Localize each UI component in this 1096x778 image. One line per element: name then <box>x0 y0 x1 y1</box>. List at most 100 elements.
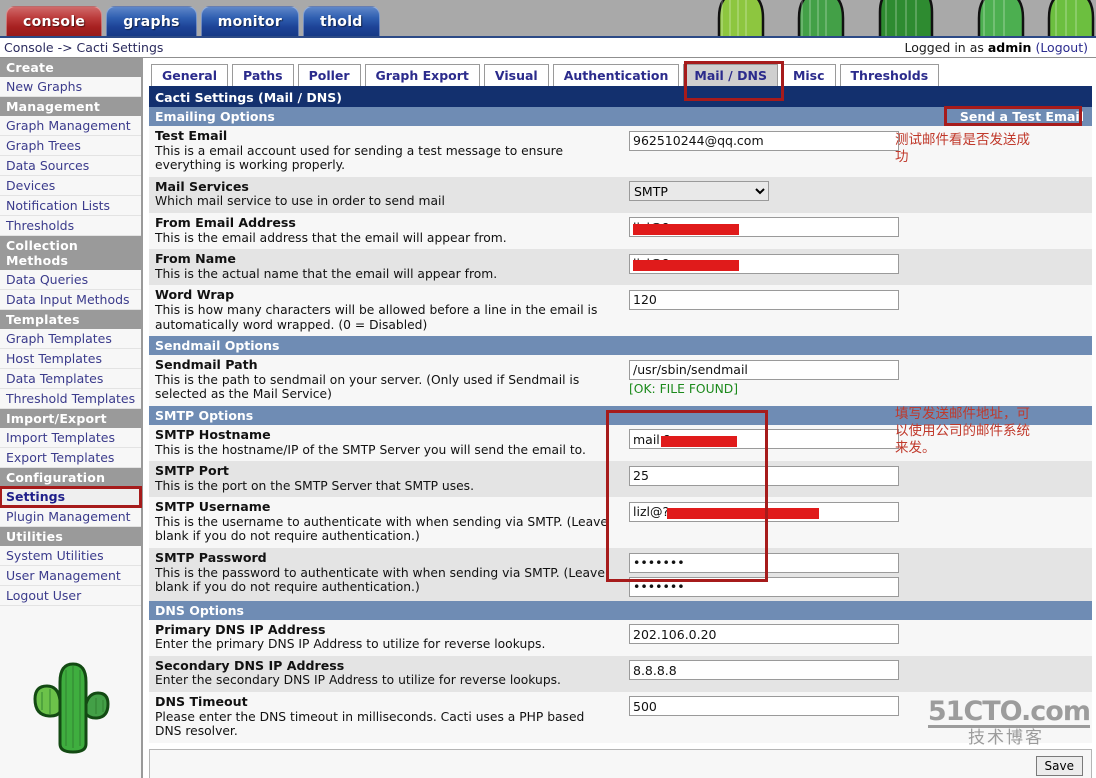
secondary-dns-input[interactable] <box>629 660 899 681</box>
sidebar-item-system-utilities[interactable]: System Utilities <box>0 546 141 566</box>
smtp-username-input[interactable] <box>629 501 899 522</box>
tab-graph-export[interactable]: Graph Export <box>364 64 480 86</box>
section-header-dns: DNS Options <box>149 600 1092 620</box>
sidebar-item-host-templates[interactable]: Host Templates <box>0 349 141 369</box>
field-label-primary-dns: Primary DNS IP Address <box>155 621 326 637</box>
smtp-password-confirm-input[interactable] <box>629 576 899 597</box>
tab-general[interactable]: General <box>151 64 228 86</box>
field-control-secondary-dns <box>619 656 1092 685</box>
cactus-banner-image <box>706 0 1096 36</box>
section-title-sendmail: Sendmail Options <box>155 338 280 354</box>
field-label-smtp-password: SMTP Password <box>155 550 267 566</box>
field-label-smtp-hostname: SMTP Hostname <box>155 426 271 442</box>
smtp-hostname-input[interactable] <box>629 429 899 450</box>
sidebar-item-graph-trees[interactable]: Graph Trees <box>0 136 141 156</box>
sidebar-item-data-queries[interactable]: Data Queries <box>0 270 141 290</box>
sidebar-item-data-input-methods[interactable]: Data Input Methods <box>0 290 141 310</box>
field-desc-smtp-password: SMTP Password This is the password to au… <box>149 548 619 599</box>
top-tab-monitor-label: monitor <box>217 13 283 30</box>
sidebar-heading-templates: Templates <box>0 310 141 329</box>
mail-services-select[interactable]: SMTP <box>629 181 769 202</box>
field-help-test-email: This is a email account used for sending… <box>155 143 564 173</box>
login-username: admin <box>987 40 1032 55</box>
field-row-sendmail-path: Sendmail Path This is the path to sendma… <box>149 355 1092 406</box>
field-help-word-wrap: This is how many characters will be allo… <box>155 302 598 332</box>
top-tab-console[interactable]: console <box>6 6 103 36</box>
field-desc-test-email: Test Email This is a email account used … <box>149 126 619 177</box>
field-row-dns-timeout: DNS Timeout Please enter the DNS timeout… <box>149 691 1092 743</box>
tab-paths[interactable]: Paths <box>232 64 294 86</box>
sidebar-item-new-graphs[interactable]: New Graphs <box>0 77 141 97</box>
sidebar-heading-configuration: Configuration <box>0 468 141 487</box>
sidebar-item-graph-management[interactable]: Graph Management <box>0 116 141 136</box>
field-label-test-email: Test Email <box>155 128 228 143</box>
section-header-sendmail: Sendmail Options <box>149 336 1092 356</box>
sidebar-item-export-templates[interactable]: Export Templates <box>0 448 141 468</box>
cactus-logo-icon <box>33 662 109 754</box>
sidebar-item-settings[interactable]: Settings <box>0 486 142 508</box>
field-desc-word-wrap: Word Wrap This is how many characters wi… <box>149 285 619 336</box>
tab-visual[interactable]: Visual <box>483 64 549 86</box>
sidebar-item-devices[interactable]: Devices <box>0 176 141 196</box>
field-desc-primary-dns: Primary DNS IP Address Enter the primary… <box>149 620 619 656</box>
field-desc-from-email: From Email Address This is the email add… <box>149 213 619 249</box>
field-label-word-wrap: Word Wrap <box>155 287 235 303</box>
field-row-secondary-dns: Secondary DNS IP Address Enter the secon… <box>149 655 1092 692</box>
sidebar-item-import-templates[interactable]: Import Templates <box>0 428 141 448</box>
field-control-dns-timeout <box>619 692 1092 721</box>
sidebar-item-graph-templates[interactable]: Graph Templates <box>0 329 141 349</box>
tab-authentication[interactable]: Authentication <box>552 64 680 86</box>
sidebar-item-logout-user[interactable]: Logout User <box>0 586 141 606</box>
tab-poller[interactable]: Poller <box>297 64 361 86</box>
field-control-from-email <box>619 213 1092 242</box>
field-help-dns-timeout: Please enter the DNS timeout in millisec… <box>155 709 585 739</box>
field-help-from-name: This is the actual name that the email w… <box>155 266 498 281</box>
sidebar-item-threshold-templates[interactable]: Threshold Templates <box>0 389 141 409</box>
primary-dns-input[interactable] <box>629 624 899 645</box>
field-control-smtp-username <box>619 497 1092 526</box>
top-tab-thold[interactable]: thold <box>303 6 380 36</box>
field-label-from-name: From Name <box>155 251 236 267</box>
word-wrap-input[interactable] <box>629 289 899 310</box>
from-name-input[interactable] <box>629 253 899 274</box>
section-title-dns: DNS Options <box>155 602 244 618</box>
dns-timeout-input[interactable] <box>629 696 899 717</box>
from-email-input[interactable] <box>629 217 899 238</box>
smtp-password-input[interactable] <box>629 552 899 573</box>
field-label-secondary-dns: Secondary DNS IP Address <box>155 657 345 673</box>
sidebar-item-thresholds[interactable]: Thresholds <box>0 216 141 236</box>
sidebar-item-notification-lists[interactable]: Notification Lists <box>0 196 141 216</box>
smtp-port-input[interactable] <box>629 465 899 486</box>
sidebar-item-data-sources[interactable]: Data Sources <box>0 156 141 176</box>
field-label-smtp-username: SMTP Username <box>155 499 271 515</box>
field-row-from-name: From Name This is the actual name that t… <box>149 249 1092 286</box>
test-email-input[interactable] <box>629 130 899 151</box>
field-row-word-wrap: Word Wrap This is how many characters wi… <box>149 285 1092 337</box>
save-button[interactable]: Save <box>1035 755 1083 776</box>
send-test-email-button[interactable]: Send a Test Email <box>958 109 1086 124</box>
field-help-sendmail-path: This is the path to sendmail on your ser… <box>155 372 580 402</box>
field-control-from-name <box>619 249 1092 278</box>
logout-link[interactable]: (Logout) <box>1035 40 1088 55</box>
section-title-emailing: Emailing Options <box>155 109 275 124</box>
tab-thresholds[interactable]: Thresholds <box>839 64 940 86</box>
tab-mail-dns[interactable]: Mail / DNS <box>683 64 778 86</box>
field-control-primary-dns <box>619 620 1092 649</box>
sidebar-item-user-management[interactable]: User Management <box>0 566 141 586</box>
field-desc-smtp-username: SMTP Username This is the username to au… <box>149 497 619 548</box>
login-prefix: Logged in as <box>904 40 984 55</box>
section-title-smtp: SMTP Options <box>155 407 254 423</box>
sendmail-path-input[interactable] <box>629 359 899 380</box>
top-tab-monitor[interactable]: monitor <box>200 6 300 36</box>
sidebar-item-plugin-management[interactable]: Plugin Management <box>0 507 141 527</box>
tab-misc[interactable]: Misc <box>781 64 836 86</box>
field-help-from-email: This is the email address that the email… <box>155 230 507 245</box>
field-control-smtp-port <box>619 461 1092 490</box>
form-footer: Save <box>149 748 1092 778</box>
top-tab-graphs[interactable]: graphs <box>106 6 197 36</box>
field-row-mail-services: Mail Services Which mail service to use … <box>149 176 1092 213</box>
field-label-dns-timeout: DNS Timeout <box>155 693 248 709</box>
sidebar: Create New Graphs Management Graph Manag… <box>0 58 143 778</box>
sidebar-item-data-templates[interactable]: Data Templates <box>0 369 141 389</box>
breadcrumb[interactable]: Console -> Cacti Settings <box>4 40 163 55</box>
